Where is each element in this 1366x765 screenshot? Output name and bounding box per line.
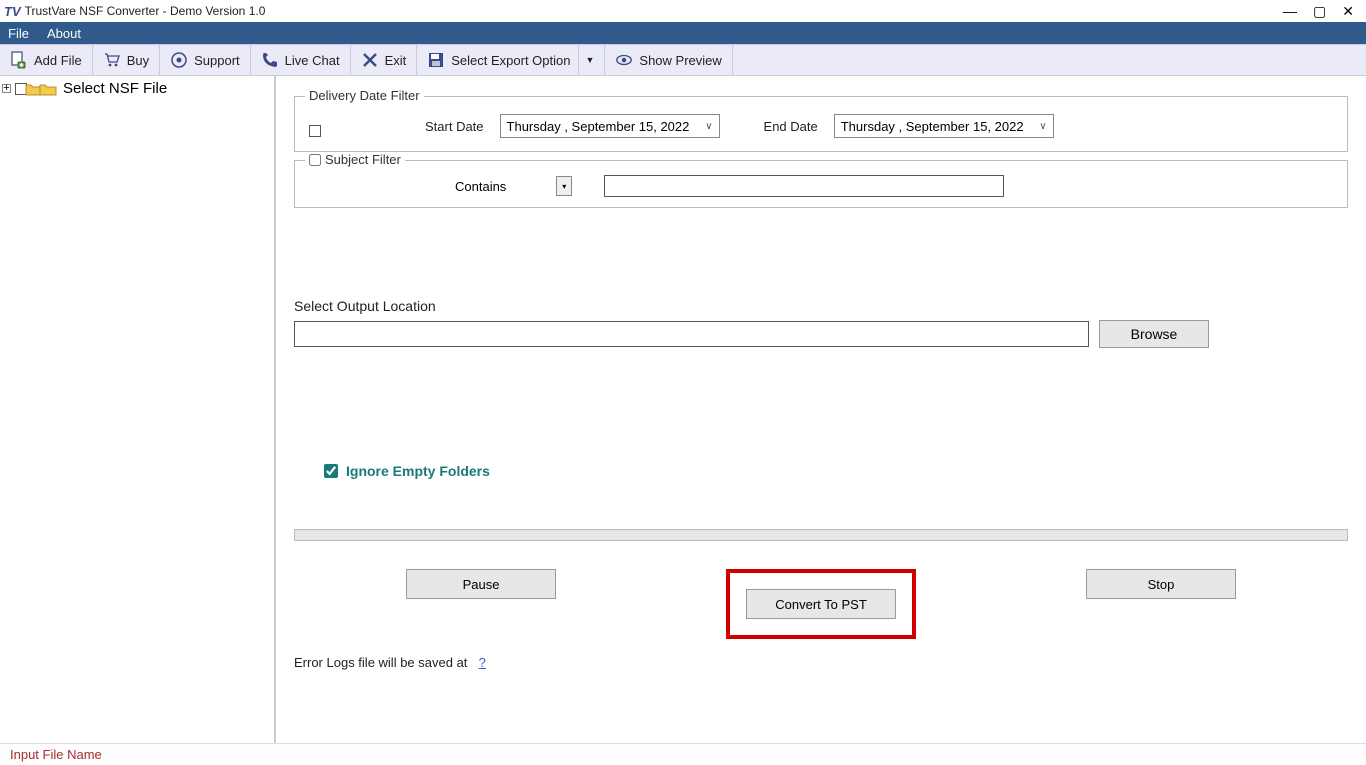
pause-button[interactable]: Pause bbox=[406, 569, 556, 599]
browse-button[interactable]: Browse bbox=[1099, 320, 1209, 348]
support-label: Support bbox=[194, 53, 240, 68]
app-logo: TV bbox=[4, 4, 21, 19]
tree-root-label: Select NSF File bbox=[63, 80, 167, 97]
delivery-date-filter-group: Delivery Date Filter Start Date Thursday… bbox=[294, 96, 1348, 152]
tree-root-item[interactable]: + Select NSF File bbox=[2, 80, 272, 97]
end-date-value: Thursday , September 15, 2022 bbox=[841, 119, 1024, 134]
window-title: TrustVare NSF Converter - Demo Version 1… bbox=[25, 4, 266, 18]
buy-label: Buy bbox=[127, 53, 149, 68]
end-date-picker[interactable]: Thursday , September 15, 2022 ∨ bbox=[834, 114, 1054, 138]
cart-icon bbox=[103, 51, 121, 69]
buy-button[interactable]: Buy bbox=[93, 45, 160, 75]
save-icon bbox=[427, 51, 445, 69]
ignore-empty-checkbox[interactable] bbox=[324, 464, 338, 478]
live-chat-button[interactable]: Live Chat bbox=[251, 45, 351, 75]
subject-filter-group: Subject Filter Contains ▾ bbox=[294, 160, 1348, 208]
export-dropdown-caret[interactable]: ▼ bbox=[578, 45, 594, 75]
stop-button[interactable]: Stop bbox=[1086, 569, 1236, 599]
main-panel: Delivery Date Filter Start Date Thursday… bbox=[276, 76, 1366, 743]
delivery-date-checkbox[interactable] bbox=[309, 125, 321, 137]
close-icon[interactable]: ✕ bbox=[1342, 3, 1354, 20]
exit-label: Exit bbox=[385, 53, 407, 68]
maximize-icon[interactable]: ▢ bbox=[1313, 3, 1326, 20]
export-option-label: Select Export Option bbox=[451, 53, 570, 68]
support-button[interactable]: Support bbox=[160, 45, 251, 75]
add-file-label: Add File bbox=[34, 53, 82, 68]
start-date-picker[interactable]: Thursday , September 15, 2022 ∨ bbox=[500, 114, 720, 138]
eye-icon bbox=[615, 51, 633, 69]
delivery-date-legend: Delivery Date Filter bbox=[305, 88, 424, 103]
output-location-input[interactable] bbox=[294, 321, 1089, 347]
folder-stack-icon bbox=[29, 82, 57, 96]
toolbar: Add File Buy Support Live Chat Exit Sele… bbox=[0, 44, 1366, 76]
chevron-down-icon: ∨ bbox=[705, 121, 712, 132]
chevron-down-icon: ∨ bbox=[1039, 121, 1046, 132]
status-text: Input File Name bbox=[10, 747, 102, 762]
output-location-label: Select Output Location bbox=[294, 298, 1348, 314]
add-file-button[interactable]: Add File bbox=[0, 45, 93, 75]
sidebar: + Select NSF File bbox=[0, 76, 276, 743]
subject-filter-checkbox[interactable] bbox=[309, 154, 321, 166]
show-preview-button[interactable]: Show Preview bbox=[605, 45, 732, 75]
titlebar: TV TrustVare NSF Converter - Demo Versio… bbox=[0, 0, 1366, 22]
start-date-label: Start Date bbox=[425, 119, 484, 134]
window-controls: ― ▢ ✕ bbox=[1283, 3, 1362, 20]
convert-button[interactable]: Convert To PST bbox=[746, 589, 896, 619]
start-date-value: Thursday , September 15, 2022 bbox=[507, 119, 690, 134]
ignore-empty-label: Ignore Empty Folders bbox=[346, 463, 490, 479]
contains-label: Contains bbox=[455, 179, 506, 194]
minimize-icon[interactable]: ― bbox=[1283, 3, 1297, 20]
subject-filter-input[interactable] bbox=[604, 175, 1004, 197]
live-chat-label: Live Chat bbox=[285, 53, 340, 68]
error-log-link[interactable]: ? bbox=[479, 655, 486, 670]
end-date-label: End Date bbox=[764, 119, 818, 134]
support-icon bbox=[170, 51, 188, 69]
exit-button[interactable]: Exit bbox=[351, 45, 418, 75]
menubar: File About bbox=[0, 22, 1366, 44]
phone-icon bbox=[261, 51, 279, 69]
error-log-prefix: Error Logs file will be saved at bbox=[294, 655, 467, 670]
add-file-icon bbox=[10, 51, 28, 69]
statusbar: Input File Name bbox=[0, 743, 1366, 765]
convert-highlight: Convert To PST bbox=[726, 569, 916, 639]
show-preview-label: Show Preview bbox=[639, 53, 721, 68]
tree-expand-icon[interactable]: + bbox=[2, 84, 11, 93]
export-option-button[interactable]: Select Export Option ▼ bbox=[417, 45, 605, 75]
error-log-text: Error Logs file will be saved at ? bbox=[294, 655, 1348, 671]
menu-file[interactable]: File bbox=[8, 26, 29, 41]
exit-icon bbox=[361, 51, 379, 69]
menu-about[interactable]: About bbox=[47, 26, 81, 41]
progress-bar bbox=[294, 529, 1348, 541]
contains-dropdown[interactable]: ▾ bbox=[556, 176, 572, 196]
subject-filter-legend: Subject Filter bbox=[325, 152, 401, 167]
